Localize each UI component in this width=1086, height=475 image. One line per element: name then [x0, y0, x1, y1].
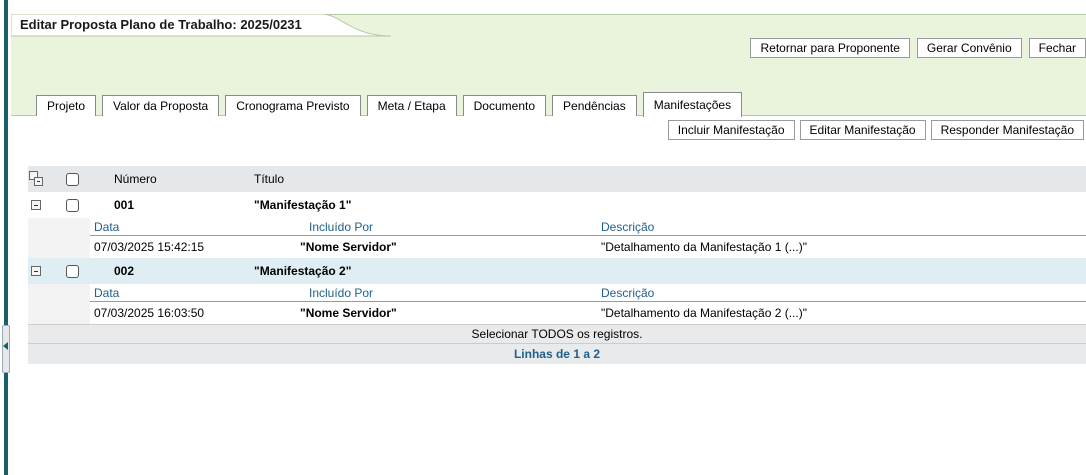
table-row[interactable]: 002 "Manifestação 2": [28, 258, 1086, 284]
tab-meta-etapa[interactable]: Meta / Etapa: [366, 95, 457, 116]
detail-header-descricao: Descrição: [601, 286, 655, 300]
left-panel-bar: [0, 0, 10, 475]
main-area: Editar Proposta Plano de Trabalho: 2025/…: [11, 0, 1086, 475]
collapse-row-icon[interactable]: [31, 266, 41, 276]
table-row[interactable]: 001 "Manifestação 1": [28, 192, 1086, 218]
detail-header-row: Data Incluído Por Descrição: [28, 284, 1086, 302]
tab-projeto[interactable]: Projeto: [36, 95, 97, 116]
collapse-panel-handle[interactable]: [2, 325, 10, 373]
responder-manifestacao-button[interactable]: Responder Manifestação: [930, 120, 1084, 140]
gerar-convenio-button[interactable]: Gerar Convênio: [916, 38, 1022, 58]
tab-cronograma-previsto[interactable]: Cronograma Previsto: [225, 95, 361, 116]
fechar-button[interactable]: Fechar: [1028, 38, 1086, 58]
collapse-row-icon[interactable]: [31, 200, 41, 210]
detail-header-incluido: Incluído Por: [309, 220, 374, 234]
detail-incluido: "Nome Servidor": [300, 306, 397, 320]
detail-descricao: "Detalhamento da Manifestação 1 (...)": [601, 240, 807, 254]
row-checkbox[interactable]: [66, 198, 79, 212]
row-checkbox[interactable]: [66, 264, 79, 278]
select-all-records-link[interactable]: Selecionar TODOS os registros.: [28, 325, 1086, 343]
collapse-all-icon[interactable]: [29, 171, 43, 187]
row-numero: 001: [114, 198, 135, 212]
tab-bar: Projeto Valor da Proposta Cronograma Pre…: [36, 92, 743, 117]
detail-row: 07/03/2025 16:03:50 "Nome Servidor" "Det…: [28, 302, 1086, 324]
top-actions: Retornar para Proponente Gerar Convênio …: [750, 38, 1086, 58]
select-all-records-row[interactable]: Selecionar TODOS os registros.: [28, 324, 1086, 344]
manifestacoes-table: Número Título 001 "Manifestação 1" Data …: [28, 166, 1086, 364]
detail-incluido: "Nome Servidor": [300, 240, 397, 254]
chevron-left-icon: [3, 342, 8, 350]
tab-valor-proposta[interactable]: Valor da Proposta: [102, 95, 220, 116]
manifestacao-actions: Incluir Manifestação Editar Manifestação…: [667, 120, 1084, 140]
tab-documento[interactable]: Documento: [462, 95, 547, 116]
tab-manifestacoes[interactable]: Manifestações: [642, 92, 743, 117]
detail-row: 07/03/2025 15:42:15 "Nome Servidor" "Det…: [28, 236, 1086, 258]
select-all-checkbox[interactable]: [66, 172, 79, 186]
column-header-numero: Número: [114, 172, 157, 186]
title-tab: Editar Proposta Plano de Trabalho: 2025/…: [11, 14, 391, 37]
left-accent-stripe: [4, 0, 8, 475]
detail-header-incluido: Incluído Por: [309, 286, 374, 300]
column-header-titulo: Título: [254, 172, 285, 186]
header-panel: Editar Proposta Plano de Trabalho: 2025/…: [11, 14, 1086, 117]
editar-manifestacao-button[interactable]: Editar Manifestação: [799, 120, 926, 140]
row-titulo: "Manifestação 2": [254, 264, 352, 278]
detail-header-data: Data: [94, 220, 120, 234]
detail-descricao: "Detalhamento da Manifestação 2 (...)": [601, 306, 807, 320]
detail-header-row: Data Incluído Por Descrição: [28, 218, 1086, 236]
page-title: Editar Proposta Plano de Trabalho: 2025/…: [20, 17, 302, 32]
pagination-info: Linhas de 1 a 2: [513, 347, 601, 361]
row-numero: 002: [114, 264, 135, 278]
pagination-row: Linhas de 1 a 2: [28, 344, 1086, 364]
incluir-manifestacao-button[interactable]: Incluir Manifestação: [667, 120, 795, 140]
detail-data: 07/03/2025 16:03:50: [94, 306, 205, 320]
table-header-row: Número Título: [28, 166, 1086, 192]
row-titulo: "Manifestação 1": [254, 198, 352, 212]
retornar-proponente-button[interactable]: Retornar para Proponente: [750, 38, 910, 58]
detail-header-data: Data: [94, 286, 120, 300]
tab-pendencias[interactable]: Pendências: [552, 95, 637, 116]
detail-header-descricao: Descrição: [601, 220, 655, 234]
detail-data: 07/03/2025 15:42:15: [94, 240, 205, 254]
